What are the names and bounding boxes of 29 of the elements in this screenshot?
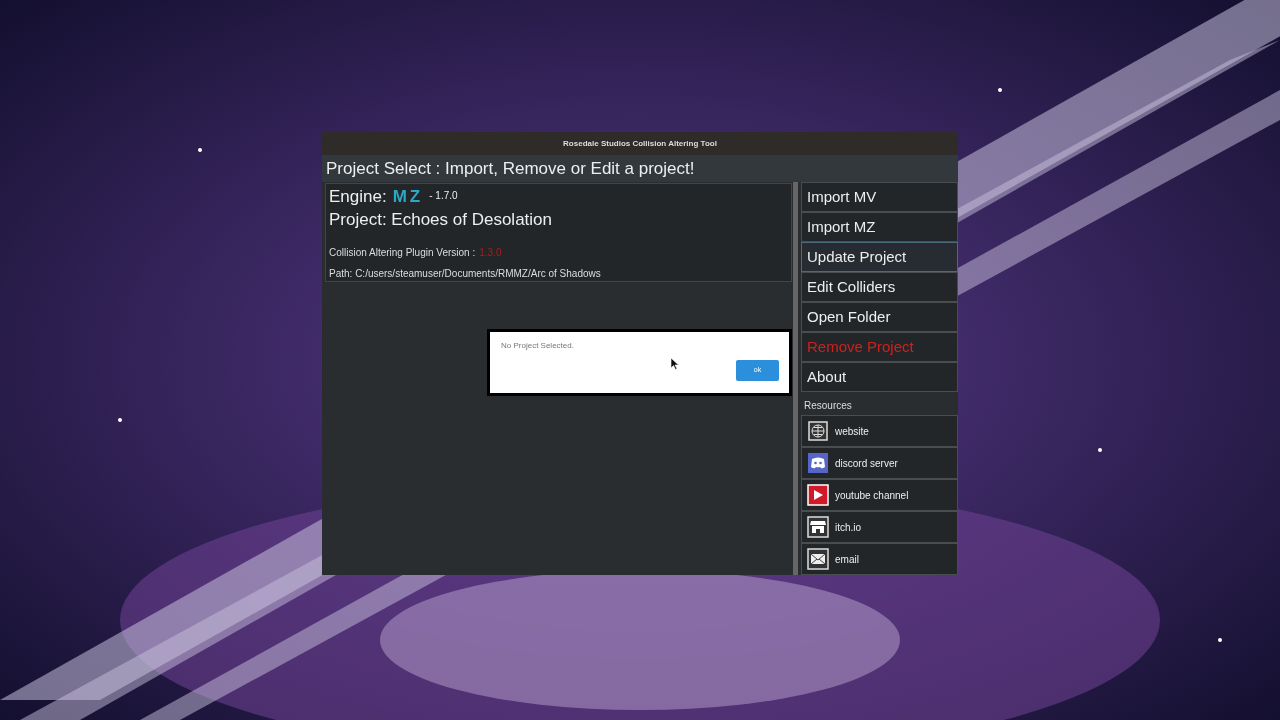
plugin-version-label: Collision Altering Plugin Version :	[329, 245, 476, 260]
engine-label: Engine:	[329, 188, 387, 205]
action-button[interactable]: Import MV	[801, 182, 958, 212]
engine-logo: MZ	[392, 188, 424, 205]
resource-link[interactable]: email	[801, 543, 958, 575]
resource-link[interactable]: website	[801, 415, 958, 447]
resource-link[interactable]: discord server	[801, 447, 958, 479]
action-button[interactable]: Edit Colliders	[801, 272, 958, 302]
resource-link[interactable]: youtube channel	[801, 479, 958, 511]
action-button[interactable]: Update Project	[801, 242, 958, 272]
resources-heading: Resources	[803, 399, 853, 413]
controller-face-icon	[807, 452, 829, 474]
page-heading: Project Select : Import, Remove or Edit a project!	[326, 157, 695, 180]
dialog-message: No Project Selected.	[501, 340, 574, 352]
project-path: Path: C:/users/steamuser/Documents/RMMZ/Arc of Shadows	[329, 266, 602, 281]
action-button[interactable]: Import MZ	[801, 212, 958, 242]
engine-version: - 1.7.0	[429, 189, 458, 203]
plugin-version: 1.3.0	[479, 245, 502, 260]
mail-icon	[807, 548, 829, 570]
resource-link[interactable]: itch.io	[801, 511, 958, 543]
project-name: Project: Echoes of Desolation	[329, 209, 553, 231]
scrollbar[interactable]	[793, 182, 798, 575]
globe-icon	[807, 420, 829, 442]
storefront-icon	[807, 516, 829, 538]
cursor-icon	[671, 358, 679, 370]
action-button[interactable]: Open Folder	[801, 302, 958, 332]
play-icon	[807, 484, 829, 506]
action-button[interactable]: About	[801, 362, 958, 392]
window-title: Rosedale Studios Collision Altering Tool	[563, 137, 717, 150]
